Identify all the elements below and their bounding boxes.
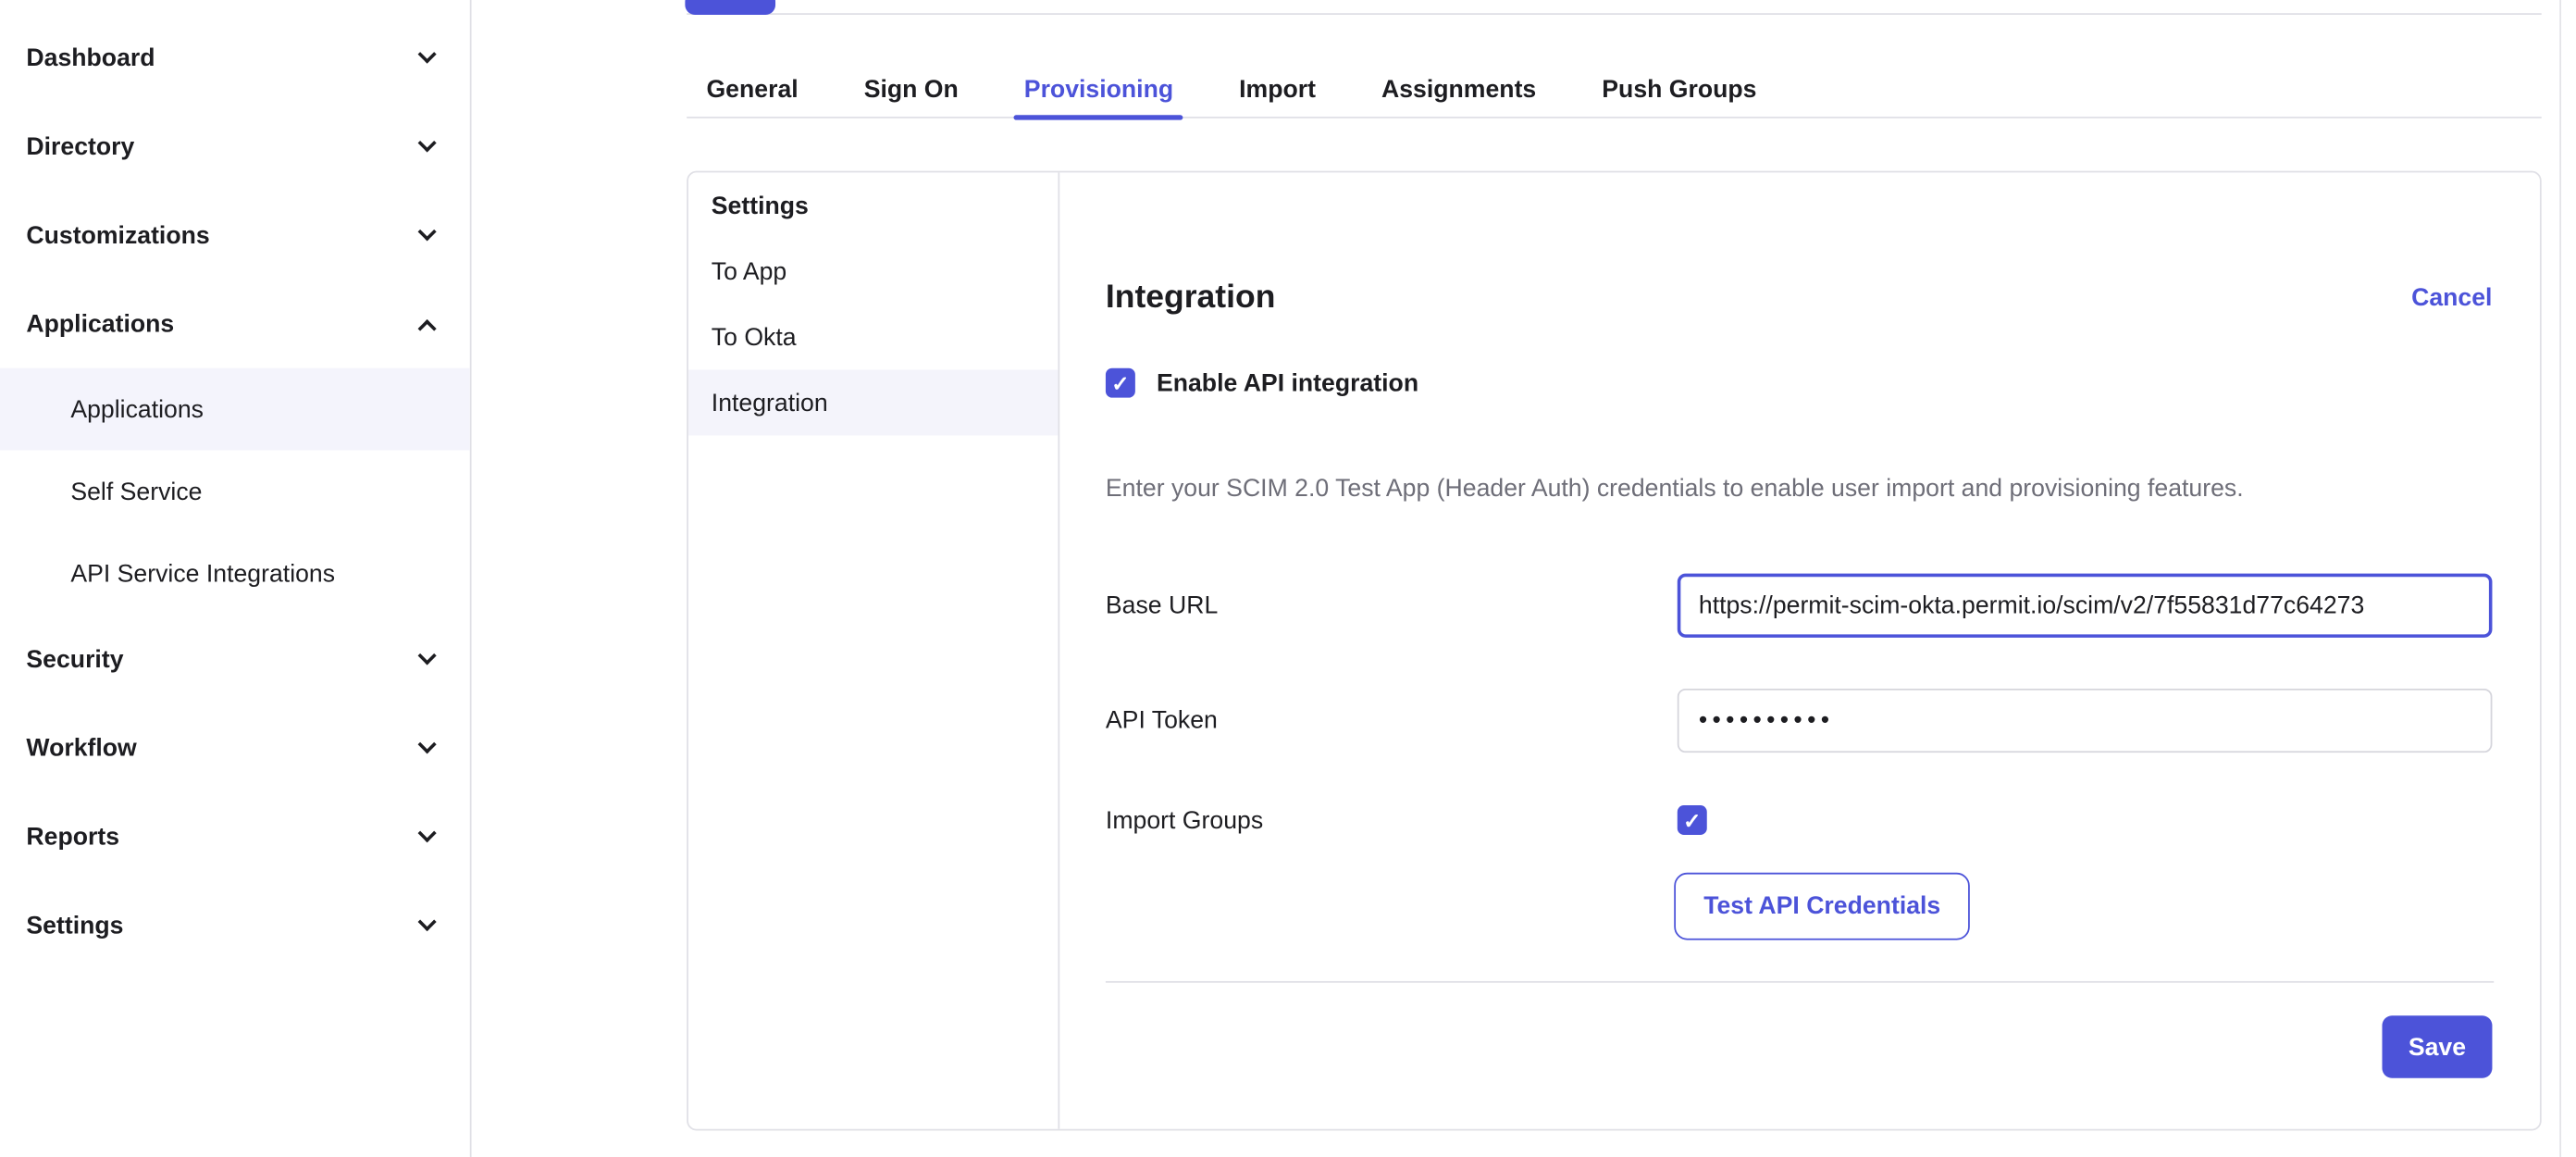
sidebar-item-reports[interactable]: Reports (0, 792, 470, 881)
sidebar: Dashboard Directory Customizations Appli… (0, 0, 472, 1157)
base-url-label: Base URL (1106, 591, 1678, 619)
chevron-down-icon (418, 646, 437, 665)
base-url-row: Base URL (1106, 574, 2493, 638)
sidebar-subitem-self-service[interactable]: Self Service (0, 450, 470, 532)
sidebar-item-label: Workflow (26, 734, 136, 762)
chevron-down-icon (418, 735, 437, 753)
panel-header: Integration Cancel (1106, 278, 2493, 317)
chevron-down-icon (418, 913, 437, 931)
active-tab-indicator (685, 0, 775, 15)
tab-sign-on[interactable]: Sign On (864, 17, 959, 117)
main-content: General Sign On Provisioning Import Assi… (472, 0, 2576, 1157)
sidebar-subitem-label: Applications (70, 395, 204, 423)
cancel-link[interactable]: Cancel (2411, 283, 2492, 311)
sidebar-subitem-label: Self Service (70, 478, 202, 505)
provisioning-card: Settings To App To Okta Integration Inte… (687, 171, 2542, 1131)
sidebar-item-settings[interactable]: Settings (0, 881, 470, 970)
enable-api-integration-row: ✓ Enable API integration (1106, 368, 2493, 398)
sidebar-item-applications[interactable]: Applications (0, 280, 470, 368)
applications-submenu: Applications Self Service API Service In… (0, 368, 470, 615)
sidebar-subitem-api-service-integrations[interactable]: API Service Integrations (0, 532, 470, 615)
checkmark-icon: ✓ (1111, 372, 1129, 393)
import-groups-checkbox[interactable]: ✓ (1678, 805, 1707, 835)
sidebar-item-label: Security (26, 645, 123, 673)
top-tab-remnant (687, 0, 2542, 17)
chevron-down-icon (418, 824, 437, 842)
credentials-description: Enter your SCIM 2.0 Test App (Header Aut… (1106, 475, 2493, 503)
integration-panel: Integration Cancel ✓ Enable API integrat… (1059, 172, 2540, 1128)
tab-provisioning[interactable]: Provisioning (1024, 17, 1173, 117)
sidebar-item-customizations[interactable]: Customizations (0, 191, 470, 280)
tab-general[interactable]: General (706, 17, 798, 117)
checkmark-icon: ✓ (1683, 809, 1701, 830)
base-url-input[interactable] (1678, 574, 2493, 638)
footer-divider (1106, 981, 2494, 983)
sidebar-item-label: Dashboard (26, 44, 155, 71)
subnav-header: Settings (688, 172, 1058, 238)
sidebar-item-directory[interactable]: Directory (0, 102, 470, 191)
api-token-input[interactable] (1678, 689, 2493, 753)
import-groups-row: Import Groups ✓ (1106, 805, 2493, 835)
api-token-label: API Token (1106, 706, 1678, 734)
chevron-down-icon (418, 45, 437, 64)
sidebar-item-label: Customizations (26, 221, 209, 249)
app-tabs: General Sign On Provisioning Import Assi… (687, 17, 2542, 118)
sidebar-item-dashboard[interactable]: Dashboard (0, 13, 470, 102)
save-row: Save (1106, 1015, 2493, 1077)
subnav-item-to-app[interactable]: To App (688, 238, 1058, 304)
test-api-credentials-button[interactable]: Test API Credentials (1674, 873, 1970, 940)
scrollbar-track[interactable] (2559, 0, 2561, 1157)
chevron-down-icon (418, 133, 437, 152)
okta-admin-screen: Dashboard Directory Customizations Appli… (0, 0, 2576, 1157)
sidebar-subitem-label: API Service Integrations (70, 560, 335, 588)
tab-assignments[interactable]: Assignments (1381, 17, 1536, 117)
page-title: Integration (1106, 279, 1275, 317)
chevron-down-icon (418, 222, 437, 241)
save-button[interactable]: Save (2382, 1015, 2492, 1077)
tab-import[interactable]: Import (1239, 17, 1316, 117)
sidebar-item-label: Settings (26, 912, 123, 939)
subnav-item-to-okta[interactable]: To Okta (688, 304, 1058, 369)
tab-push-groups[interactable]: Push Groups (1602, 17, 1756, 117)
subnav-item-integration[interactable]: Integration (688, 369, 1058, 435)
sidebar-item-security[interactable]: Security (0, 615, 470, 703)
top-divider (687, 13, 2542, 15)
import-groups-label: Import Groups (1106, 806, 1678, 834)
chevron-up-icon (418, 318, 437, 337)
sidebar-subitem-applications[interactable]: Applications (0, 368, 470, 451)
settings-subnav: Settings To App To Okta Integration (688, 172, 1059, 1128)
api-token-row: API Token (1106, 689, 2493, 753)
enable-api-integration-label: Enable API integration (1157, 369, 1418, 397)
enable-api-integration-checkbox[interactable]: ✓ (1106, 368, 1135, 398)
sidebar-item-label: Directory (26, 132, 134, 160)
sidebar-item-workflow[interactable]: Workflow (0, 703, 470, 792)
sidebar-item-label: Reports (26, 823, 119, 851)
sidebar-item-label: Applications (26, 310, 174, 338)
